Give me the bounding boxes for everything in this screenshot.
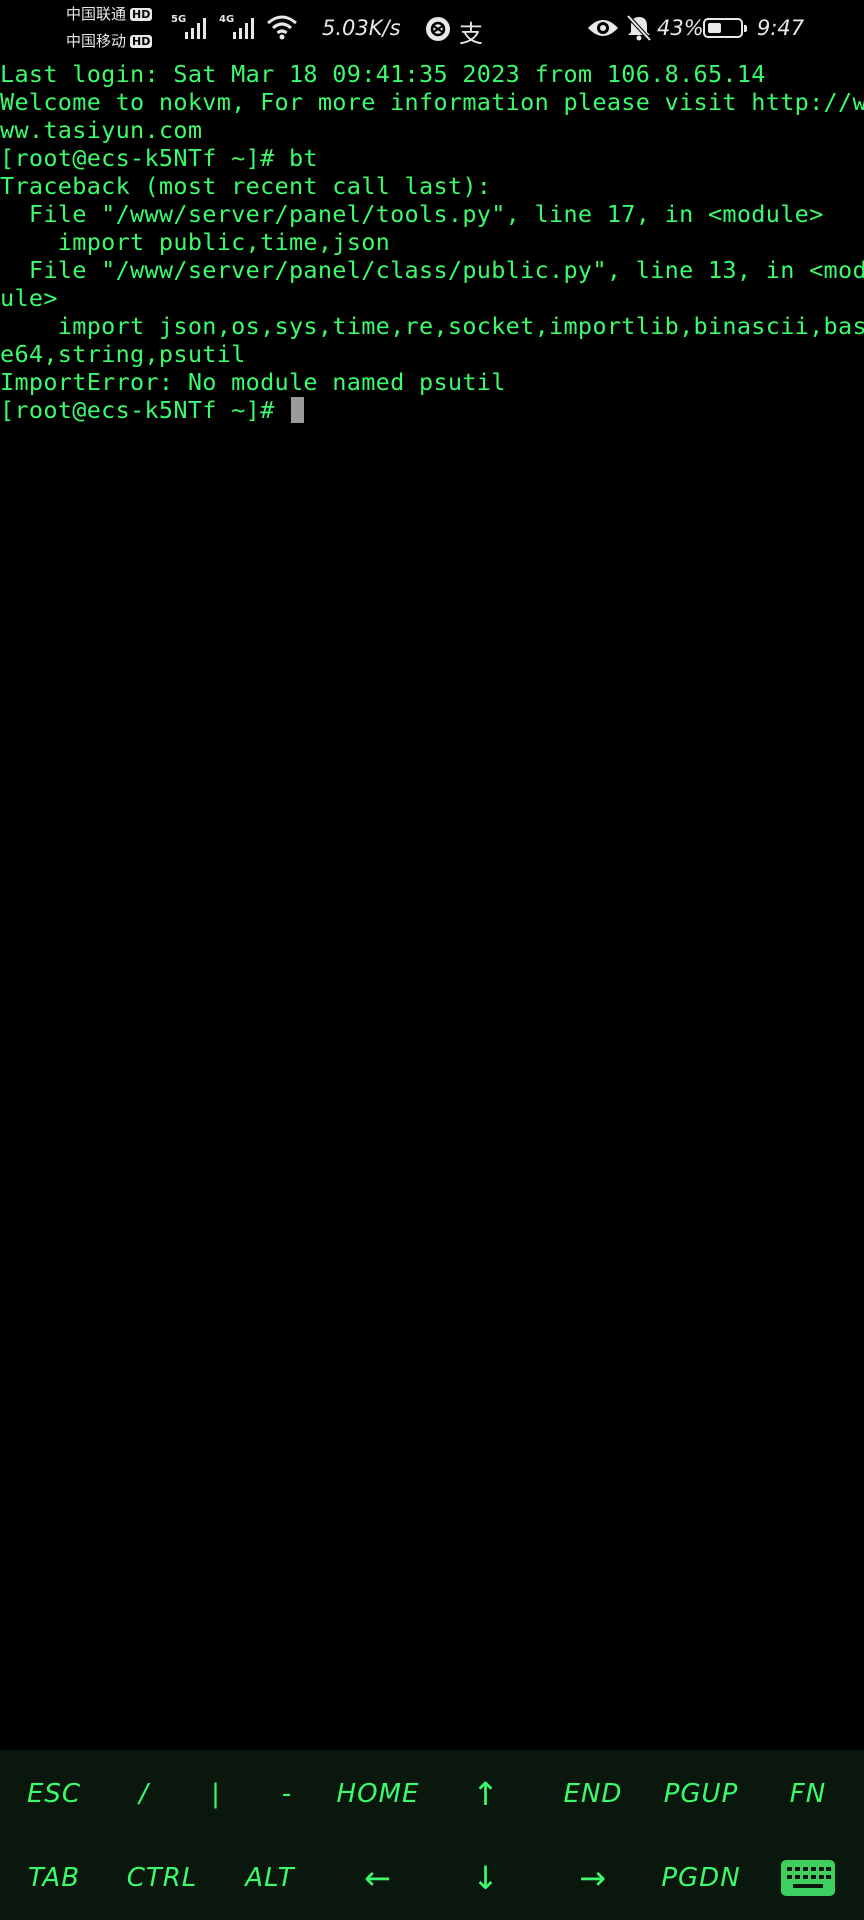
signal-icon [233,18,254,39]
terminal-line: e64,string,psutil [0,340,246,368]
battery-percent: 43% [657,16,704,40]
key-left-arrow[interactable]: ← [330,1845,426,1911]
terminal-line: ule> [0,284,58,312]
key-pgup[interactable]: PGUP [653,1761,749,1827]
key-down-arrow[interactable]: ↓ [438,1845,534,1911]
carrier-1-hd-badge: HD [130,8,153,21]
carrier-1: 中国联通 HD [66,4,153,25]
bell-off-icon [626,14,652,42]
key-home[interactable]: HOME [330,1761,426,1827]
clock: 9:47 [757,16,805,40]
key-up-arrow[interactable]: ↑ [438,1761,534,1827]
terminal-prompt-line[interactable]: [root@ecs-k5NTf ~]# [0,396,864,424]
key-alt[interactable]: ALT [222,1845,318,1911]
eye-icon [588,20,618,36]
signal-icon [185,18,206,39]
terminal-cursor [290,397,304,423]
keyboard-toggle-button[interactable] [760,1845,856,1911]
key-pgdn[interactable]: PGDN [653,1845,749,1911]
keyboard-icon [781,1860,835,1896]
battery-icon [703,18,747,38]
key-esc[interactable]: ESC [6,1761,102,1827]
key-tab[interactable]: TAB [6,1845,102,1911]
terminal-prompt: [root@ecs-k5NTf ~]# [0,396,289,424]
terminal-view[interactable]: Last login: Sat Mar 18 09:41:35 2023 fro… [0,60,864,1750]
key-ctrl[interactable]: CTRL [114,1845,210,1911]
carrier-2: 中国移动 HD [66,31,153,52]
status-bar: 中国联通 HD 中国移动 HD 5G 4G 5.03K/s 支 43% 9:47 [0,0,864,60]
key-right-arrow[interactable]: → [545,1845,641,1911]
key-end[interactable]: END [545,1761,641,1827]
extra-keys-bar: ESC / | - HOME ↑ END PGUP FN TAB CTRL AL… [0,1750,864,1920]
app-notification-icon [426,17,450,41]
carrier-1-name: 中国联通 [66,5,127,23]
alipay-icon: 支 [459,20,483,48]
terminal-line: Welcome to nokvm, For more information p… [0,88,864,116]
terminal-output: Last login: Sat Mar 18 09:41:35 2023 fro… [0,60,864,396]
terminal-line: Last login: Sat Mar 18 09:41:35 2023 fro… [0,60,766,88]
terminal-line: File "/www/server/panel/tools.py", line … [0,200,824,228]
key-dash[interactable]: - [239,1761,335,1827]
terminal-line: [root@ecs-k5NTf ~]# bt [0,144,318,172]
terminal-line: File "/www/server/panel/class/public.py"… [0,256,864,284]
terminal-line: Traceback (most recent call last): [0,172,492,200]
carrier-2-name: 中国移动 [66,32,127,50]
battery-tip [744,25,747,32]
terminal-line: import public,time,json [0,228,391,256]
carrier-2-hd-badge: HD [130,35,153,48]
wifi-icon [267,15,297,40]
terminal-line: ww.tasiyun.com [0,116,203,144]
terminal-line: import json,os,sys,time,re,socket,import… [0,312,864,340]
network-speed: 5.03K/s [322,16,401,40]
battery-fill [708,23,721,33]
terminal-line: ImportError: No module named psutil [0,368,506,396]
key-fn[interactable]: FN [760,1761,856,1827]
